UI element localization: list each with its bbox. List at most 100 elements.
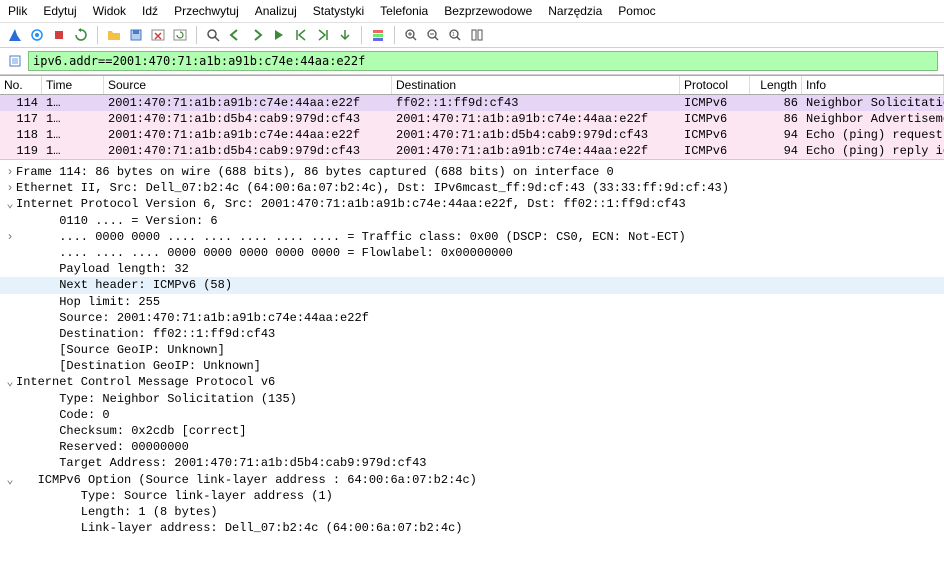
column-header-dest[interactable]: Destination xyxy=(392,76,680,94)
detail-tree-line[interactable]: Source: 2001:470:71:a1b:a91b:c74e:44aa:e… xyxy=(0,310,944,326)
detail-tree-line[interactable]: Type: Source link-layer address (1) xyxy=(0,488,944,504)
shark-fin-icon[interactable] xyxy=(6,26,24,44)
close-file-icon[interactable] xyxy=(149,26,167,44)
expand-toggle-icon xyxy=(4,455,16,471)
toolbar-separator xyxy=(196,26,197,44)
go-first-icon[interactable] xyxy=(292,26,310,44)
packet-row[interactable]: 1181…2001:470:71:a1b:a91b:c74e:44aa:e22f… xyxy=(0,127,944,143)
detail-tree-line[interactable]: Payload length: 32 xyxy=(0,261,944,277)
zoom-out-icon[interactable] xyxy=(424,26,442,44)
expand-toggle-icon xyxy=(4,342,16,358)
expand-toggle-icon[interactable]: › xyxy=(4,229,16,245)
expand-toggle-icon[interactable]: ⌄ xyxy=(4,196,16,212)
column-header-source[interactable]: Source xyxy=(104,76,392,94)
expand-toggle-icon xyxy=(4,423,16,439)
expand-toggle-icon xyxy=(4,261,16,277)
detail-tree-line[interactable]: Code: 0 xyxy=(0,407,944,423)
bookmark-filter-icon[interactable] xyxy=(6,52,24,70)
expand-toggle-icon xyxy=(4,213,16,229)
save-file-icon[interactable] xyxy=(127,26,145,44)
detail-tree-line[interactable]: Checksum: 0x2cdb [correct] xyxy=(0,423,944,439)
packet-list-header: No. Time Source Destination Protocol Len… xyxy=(0,75,944,95)
toolbar-separator xyxy=(361,26,362,44)
detail-tree-line[interactable]: Type: Neighbor Solicitation (135) xyxy=(0,391,944,407)
detail-tree-line[interactable]: ›Frame 114: 86 bytes on wire (688 bits),… xyxy=(0,164,944,180)
detail-tree-line[interactable]: Hop limit: 255 xyxy=(0,294,944,310)
menu-item[interactable]: Przechwytuj xyxy=(174,4,239,18)
expand-toggle-icon xyxy=(4,245,16,261)
expand-toggle-icon xyxy=(4,520,16,536)
expand-toggle-icon xyxy=(4,294,16,310)
zoom-reset-icon[interactable]: 1 xyxy=(446,26,464,44)
expand-toggle-icon[interactable]: › xyxy=(4,180,16,196)
detail-tree-line[interactable]: Target Address: 2001:470:71:a1b:d5b4:cab… xyxy=(0,455,944,471)
display-filter-input[interactable] xyxy=(28,51,938,71)
zoom-in-icon[interactable] xyxy=(402,26,420,44)
start-capture-icon[interactable] xyxy=(28,26,46,44)
toolbar-separator xyxy=(394,26,395,44)
detail-tree-line[interactable]: ›Ethernet II, Src: Dell_07:b2:4c (64:00:… xyxy=(0,180,944,196)
packet-list[interactable]: 1141…2001:470:71:a1b:a91b:c74e:44aa:e22f… xyxy=(0,95,944,159)
column-header-no[interactable]: No. xyxy=(0,76,42,94)
detail-tree-line[interactable]: Reserved: 00000000 xyxy=(0,439,944,455)
expand-toggle-icon xyxy=(4,326,16,342)
detail-tree-line[interactable]: 0110 .... = Version: 6 xyxy=(0,213,944,229)
svg-text:1: 1 xyxy=(452,32,455,38)
restart-capture-icon[interactable] xyxy=(72,26,90,44)
detail-tree-line[interactable]: [Destination GeoIP: Unknown] xyxy=(0,358,944,374)
detail-tree-line[interactable]: ⌄Internet Control Message Protocol v6 xyxy=(0,374,944,390)
detail-tree-line[interactable]: Next header: ICMPv6 (58) xyxy=(0,277,944,293)
menu-item[interactable]: Narzędzia xyxy=(548,4,602,18)
expand-toggle-icon xyxy=(4,504,16,520)
open-file-icon[interactable] xyxy=(105,26,123,44)
menu-item[interactable]: Widok xyxy=(93,4,126,18)
resize-columns-icon[interactable] xyxy=(468,26,486,44)
expand-toggle-icon[interactable]: ⌄ xyxy=(4,374,16,390)
column-header-proto[interactable]: Protocol xyxy=(680,76,750,94)
reload-file-icon[interactable] xyxy=(171,26,189,44)
detail-tree-line[interactable]: Destination: ff02::1:ff9d:cf43 xyxy=(0,326,944,342)
menu-item[interactable]: Bezprzewodowe xyxy=(444,4,532,18)
packet-row[interactable]: 1171…2001:470:71:a1b:d5b4:cab9:979d:cf43… xyxy=(0,111,944,127)
go-last-icon[interactable] xyxy=(314,26,332,44)
expand-toggle-icon xyxy=(4,488,16,504)
go-to-packet-icon[interactable] xyxy=(270,26,288,44)
menu-item[interactable]: Plik xyxy=(8,4,27,18)
toolbar-separator xyxy=(97,26,98,44)
menu-bar: Plik Edytuj Widok Idź Przechwytuj Analizuj Sta… xyxy=(0,0,944,23)
column-header-length[interactable]: Length xyxy=(750,76,802,94)
detail-tree-line[interactable]: ⌄Internet Protocol Version 6, Src: 2001:… xyxy=(0,196,944,212)
packet-details-pane[interactable]: ›Frame 114: 86 bytes on wire (688 bits),… xyxy=(0,159,944,540)
expand-toggle-icon[interactable]: › xyxy=(4,164,16,180)
display-filter-bar xyxy=(0,48,944,75)
auto-scroll-icon[interactable] xyxy=(336,26,354,44)
menu-item[interactable]: Pomoc xyxy=(618,4,655,18)
menu-item[interactable]: Analizuj xyxy=(255,4,297,18)
expand-toggle-icon xyxy=(4,391,16,407)
detail-tree-line[interactable]: Length: 1 (8 bytes) xyxy=(0,504,944,520)
main-toolbar: 1 xyxy=(0,23,944,48)
detail-tree-line[interactable]: Link-layer address: Dell_07:b2:4c (64:00… xyxy=(0,520,944,536)
expand-toggle-icon[interactable]: ⌄ xyxy=(4,472,16,488)
column-header-time[interactable]: Time xyxy=(42,76,104,94)
expand-toggle-icon xyxy=(4,439,16,455)
go-forward-icon[interactable] xyxy=(248,26,266,44)
go-back-icon[interactable] xyxy=(226,26,244,44)
expand-toggle-icon xyxy=(4,277,16,293)
menu-item[interactable]: Idź xyxy=(142,4,158,18)
expand-toggle-icon xyxy=(4,407,16,423)
column-header-info[interactable]: Info xyxy=(802,76,944,94)
packet-row[interactable]: 1191…2001:470:71:a1b:d5b4:cab9:979d:cf43… xyxy=(0,143,944,159)
detail-tree-line[interactable]: › .... 0000 0000 .... .... .... .... ...… xyxy=(0,229,944,245)
menu-item[interactable]: Statystyki xyxy=(313,4,364,18)
colorize-icon[interactable] xyxy=(369,26,387,44)
detail-tree-line[interactable]: ⌄ ICMPv6 Option (Source link-layer addre… xyxy=(0,472,944,488)
find-packet-icon[interactable] xyxy=(204,26,222,44)
stop-capture-icon[interactable] xyxy=(50,26,68,44)
menu-item[interactable]: Edytuj xyxy=(43,4,76,18)
detail-tree-line[interactable]: [Source GeoIP: Unknown] xyxy=(0,342,944,358)
expand-toggle-icon xyxy=(4,310,16,326)
detail-tree-line[interactable]: .... .... .... 0000 0000 0000 0000 0000 … xyxy=(0,245,944,261)
menu-item[interactable]: Telefonia xyxy=(380,4,428,18)
packet-row[interactable]: 1141…2001:470:71:a1b:a91b:c74e:44aa:e22f… xyxy=(0,95,944,111)
